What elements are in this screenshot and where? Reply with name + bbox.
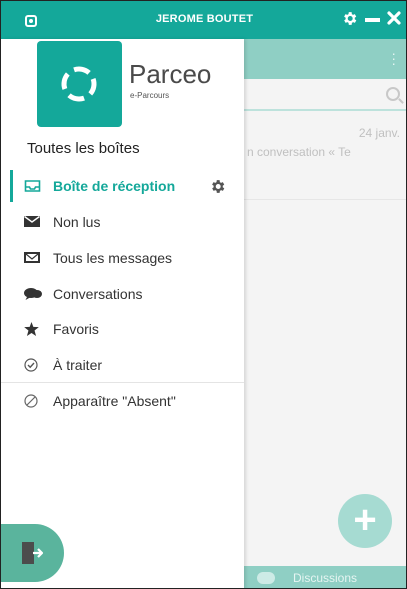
logo-mark	[37, 41, 122, 127]
menu-item-all-messages[interactable]: Tous les messages	[13, 242, 244, 274]
star-icon	[24, 322, 40, 336]
bottom-tab-label: Discussions	[293, 571, 358, 585]
app-window: JEROME BOUTET · · · 24 janv. n conversatio…	[0, 0, 407, 589]
navigation-drawer: Parceo e-Parcours Toutes les boîtes Boît…	[1, 39, 244, 588]
message-snippet: n conversation « Te	[247, 145, 351, 159]
brand-name: Parceo	[129, 59, 212, 89]
chat-icon	[257, 572, 275, 584]
drawer-divider	[1, 382, 244, 383]
parceo-logo-icon	[61, 66, 97, 102]
menu-item-label: Tous les messages	[53, 250, 173, 266]
gear-icon[interactable]	[341, 10, 358, 30]
menu-item-appear-away[interactable]: Apparaître "Absent"	[13, 385, 244, 417]
menu-item-inbox[interactable]: Boîte de réception	[10, 170, 241, 202]
gear-icon[interactable]	[209, 178, 226, 195]
menu-item-label: Non lus	[53, 214, 101, 230]
menu-item-label: Apparaître "Absent"	[53, 393, 176, 409]
brand-subtitle: e-Parcours	[130, 91, 170, 100]
menu-item-favorites[interactable]: Favoris	[13, 313, 244, 345]
close-icon[interactable]	[387, 10, 401, 28]
menu-item-label: Favoris	[53, 321, 99, 337]
menu-item-label: Conversations	[53, 286, 143, 302]
slash-circle-icon	[24, 394, 40, 408]
add-button: +	[338, 494, 392, 548]
menu-item-unread[interactable]: Non lus	[13, 206, 244, 238]
envelope-open-icon	[24, 251, 40, 265]
more-vert-icon: · · ·	[391, 45, 396, 71]
brand-logo: Parceo e-Parcours	[37, 41, 214, 127]
minimize-icon[interactable]	[365, 18, 380, 22]
search-icon	[386, 87, 400, 101]
message-date: 24 janv.	[358, 126, 400, 140]
check-circle-icon	[24, 358, 40, 372]
envelope-icon	[24, 215, 40, 229]
menu-item-label: Boîte de réception	[53, 178, 176, 194]
menu-item-to-process[interactable]: À traiter	[13, 349, 244, 381]
logout-icon	[22, 542, 43, 564]
inbox-icon	[24, 179, 41, 193]
chat-bubbles-icon	[24, 287, 42, 301]
logout-button[interactable]	[1, 524, 64, 582]
section-title: Toutes les boîtes	[27, 140, 140, 157]
title-bar: JEROME BOUTET	[1, 1, 406, 39]
menu-item-conversations[interactable]: Conversations	[13, 278, 244, 310]
menu-item-label: À traiter	[53, 357, 103, 373]
